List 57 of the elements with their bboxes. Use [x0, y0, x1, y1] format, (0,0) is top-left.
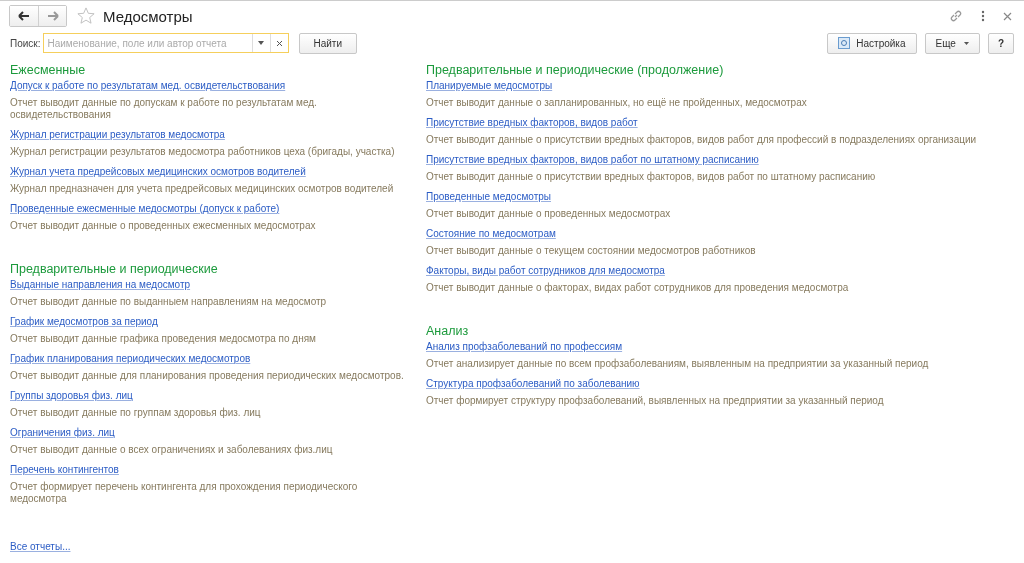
report-link[interactable]: График медосмотров за период	[10, 316, 158, 328]
report-description: Отчет выводит данные о проведенных ежесменных медосмотрах	[10, 220, 316, 232]
more-button[interactable]: Еще	[924, 32, 980, 54]
report-link[interactable]: Факторы, виды работ сотрудников для медосмотра	[426, 265, 665, 277]
report-link[interactable]: Группы здоровья физ. лиц	[10, 390, 133, 402]
report-link[interactable]: Присутствие вредных факторов, видов работ	[426, 117, 638, 129]
report-link[interactable]: Проведенные ежесменные медосмотры (допуск к работе)	[10, 203, 280, 215]
report-link[interactable]: Состояние по медосмотрам	[426, 228, 556, 240]
left-arrow-icon	[18, 11, 30, 21]
link-icon[interactable]	[949, 9, 963, 23]
section-heading: Анализ	[426, 324, 470, 339]
more-icon[interactable]	[981, 10, 985, 22]
settings-button[interactable]: Настройка	[827, 32, 917, 54]
report-description: Отчет выводит данные о присутствии вредных факторов, видов работ для профессий в подразделениях организации	[426, 134, 977, 146]
report-link[interactable]: График планирования периодических медосмотров	[10, 353, 251, 365]
report-description: Отчет формирует перечень контингента для прохождения периодического медосмотра	[10, 481, 359, 505]
report-description: Отчет выводит данные о запланированных, но ещё не пройденных, медосмотрах	[426, 97, 807, 109]
report-description: Отчет анализирует данные по всем профзаболеваниям, выявленным на предприятии за указанный период	[426, 358, 929, 370]
section-heading: Ежесменные	[10, 63, 87, 78]
report-description: Отчет выводит данные о проведенных медосмотрах	[426, 208, 671, 220]
report-link[interactable]: Присутствие вредных факторов, видов работ по штатному расписанию	[426, 154, 759, 166]
report-description: Журнал регистрации результатов медосмотра работников цеха (бригады, участка)	[10, 146, 395, 158]
report-description: Отчет выводит данные по группам здоровья физ. лиц	[10, 407, 261, 419]
window-title: Медосмотры	[103, 7, 193, 25]
settings-icon	[838, 37, 851, 49]
section-heading: Предварительные и периодические	[10, 262, 219, 277]
report-description: Отчет выводит данные о всех ограничениях и заболеваниях физ.лиц	[10, 444, 333, 456]
report-link[interactable]: Анализ профзаболеваний по профессиям	[426, 341, 623, 353]
report-description: Отчет выводит данные по выданныем направлениям на медосмотр	[10, 296, 327, 308]
search-field[interactable]: Наименование, поле или автор отчета	[42, 33, 289, 53]
report-description: Отчет выводит данные о присутствии вредных факторов, видов работ по штатному расписанию	[426, 171, 876, 183]
right-arrow-icon	[46, 11, 59, 21]
report-description: Отчет выводит данные по допускам к работе по результатам мед. освидетельствования	[10, 97, 318, 121]
back-button[interactable]	[10, 6, 38, 26]
report-description: Отчет выводит данные для планирования проведения периодических медосмотров.	[10, 370, 404, 382]
report-description: Отчет формирует структуру профзаболеваний, выявленных на предприятии за указанный период	[426, 395, 884, 407]
report-description: Журнал предназначен для учета предрейсовых медицинских осмотров водителей	[10, 183, 394, 195]
report-description: Отчет выводит данные о текущем состоянии медосмотров работников	[426, 245, 756, 257]
report-link[interactable]: Перечень контингентов	[10, 464, 119, 476]
report-link[interactable]: Структура профзаболеваний по заболеванию	[426, 378, 640, 390]
section-heading: Предварительные и периодические (продолжение)	[426, 63, 725, 78]
report-link[interactable]: Журнал регистрации результатов медосмотра	[10, 129, 225, 141]
help-button[interactable]: ?	[987, 32, 1014, 54]
report-link[interactable]: Ограничения физ. лиц	[10, 427, 115, 439]
report-link[interactable]: Журнал учета предрейсовых медицинских осмотров водителей	[10, 166, 306, 178]
find-button[interactable]: Найти	[298, 32, 358, 54]
report-link[interactable]: Планируемые медосмотры	[426, 80, 553, 92]
report-link[interactable]: Проведенные медосмотры	[426, 191, 551, 203]
close-icon[interactable]	[1003, 11, 1012, 21]
star-icon[interactable]	[77, 7, 95, 25]
report-link[interactable]: Выданные направления на медосмотр	[10, 279, 191, 291]
report-description: Отчет выводит данные о факторах, видах работ сотрудников для проведения медосмотра	[426, 282, 849, 294]
caret-icon	[963, 41, 969, 45]
report-link[interactable]: Допуск к работе по результатам мед. освидетельствования	[10, 80, 286, 92]
report-description: Отчет выводит данные графика проведения медосмотра по дням	[10, 333, 316, 345]
all-reports-link[interactable]: Все отчеты...	[10, 541, 71, 553]
search-label: Поиск:	[10, 37, 41, 49]
